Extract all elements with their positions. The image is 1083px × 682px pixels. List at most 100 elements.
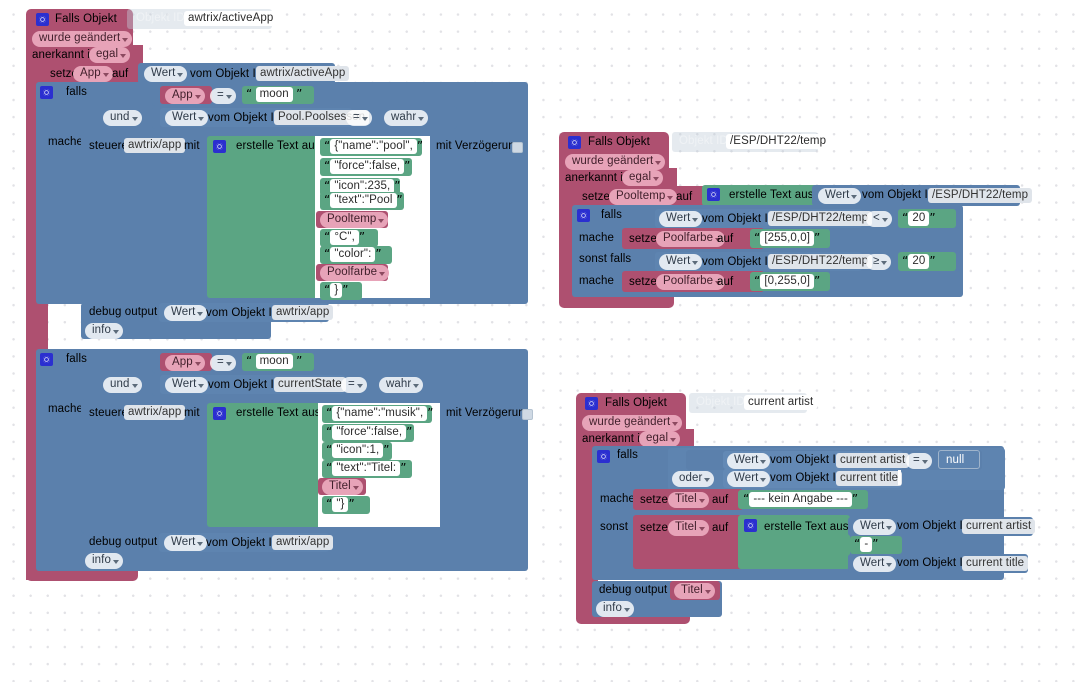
script1-if1-cond2-value[interactable]: wahr: [384, 110, 429, 126]
script1-if1-join-dropdown[interactable]: und: [103, 110, 142, 126]
script1-if2-text-row4-field[interactable]: "}: [332, 497, 349, 512]
script2-cond1-value[interactable]: “20”: [902, 211, 936, 226]
script2-objekt-id-field[interactable]: /ESP/DHT22/temp: [726, 134, 831, 149]
script1-if1-gear-icon[interactable]: [40, 86, 53, 99]
script1-if1-debug-wert[interactable]: Wert: [164, 305, 208, 321]
script1-if2-debug-wert-dropdown[interactable]: Wert: [164, 535, 208, 551]
script2-objekt-id-value[interactable]: /ESP/DHT22/temp: [726, 134, 831, 149]
script1-if1-cond1-var[interactable]: App: [165, 88, 205, 104]
script3-ack-value[interactable]: egal: [639, 431, 681, 447]
script3-gear-icon[interactable]: [585, 397, 598, 410]
script1-if2-text-row1-content[interactable]: “"force":false,”: [326, 425, 412, 440]
script1-if1-text-row6-field[interactable]: }: [330, 283, 343, 298]
script1-if1-text-row0-content[interactable]: “{"name":"pool",”: [324, 139, 423, 154]
script2-cond2-wert-dropdown[interactable]: Wert: [659, 254, 703, 270]
script3-cond2-wert[interactable]: Wert: [727, 471, 771, 487]
script3-debug-level-dropdown[interactable]: info: [596, 601, 634, 617]
script1-if2-debug-level[interactable]: info: [85, 553, 123, 569]
script1-if1-text-var0-dropdown[interactable]: Pooltemp: [320, 212, 389, 228]
script3-sonst-objekt-id2-field[interactable]: current title: [962, 556, 1029, 571]
script2-mache1-value[interactable]: “[255,0,0]”: [754, 231, 820, 246]
script2-mache1-var-dropdown[interactable]: Poolfarbe: [656, 231, 726, 247]
script2-cond2-op-dropdown[interactable]: ≥: [866, 254, 892, 270]
script2-if-gear-icon[interactable]: [577, 209, 590, 222]
script1-if2-cond1-op[interactable]: =: [210, 355, 236, 371]
script1-if2-text-row4-content[interactable]: “"}”: [326, 497, 355, 512]
script1-if1-text-var1-dropdown[interactable]: Poolfarbe: [320, 265, 390, 281]
script1-if2-cond2-op[interactable]: =: [341, 377, 367, 393]
script1-if1-erstelle-gear-icon[interactable]: [213, 140, 226, 153]
script3-trigger-mode-dropdown[interactable]: wurde geändert: [582, 415, 683, 431]
script1-if1-cond2-op-dropdown[interactable]: =: [346, 110, 372, 126]
script3-mache-text[interactable]: “--- kein Angabe ---”: [743, 492, 858, 507]
script1-if2-debug-level-dropdown[interactable]: info: [85, 553, 123, 569]
script1-if2-join-dropdown[interactable]: und: [103, 377, 142, 393]
script3-if-gear-icon[interactable]: [597, 450, 610, 463]
script1-if1-text-row1-content[interactable]: “"force":false,”: [324, 159, 410, 174]
script1-if2-steuere-target-field[interactable]: awtrix/app: [124, 405, 186, 420]
script1-if2-debug-objekt-id-field[interactable]: awtrix/app: [272, 535, 334, 550]
script3-sonst-wert2-dropdown[interactable]: Wert: [853, 556, 897, 572]
script1-if2-text-row3-field[interactable]: "text":"Titel:: [332, 461, 401, 476]
script3-cond1-objekt-id[interactable]: current artist: [836, 453, 910, 468]
script1-if2-cond1-text[interactable]: “ moon ”: [246, 354, 302, 369]
script1-if1-debug-wert-dropdown[interactable]: Wert: [164, 305, 208, 321]
script2-cond1-objekt-id-field[interactable]: /ESP/DHT22/temp: [768, 211, 873, 226]
script1-if2-join-op[interactable]: und: [103, 377, 142, 393]
script2-wert-dropdown[interactable]: Wert: [818, 188, 862, 204]
script1-if1-steuere-target-field[interactable]: awtrix/app: [124, 138, 186, 153]
script3-ack-dropdown[interactable]: egal: [639, 431, 681, 447]
script3-sonst-objekt-id1-field[interactable]: current artist: [962, 519, 1036, 534]
blockly-workspace[interactable]: Falls Objekt Objekt ID awtrix/activeApp …: [0, 0, 1083, 682]
script1-trigger-mode[interactable]: wurde geändert: [32, 31, 133, 47]
script2-wert-source[interactable]: /ESP/DHT22/temp: [928, 188, 1033, 203]
script3-cond1-op[interactable]: =: [906, 453, 932, 469]
script2-wert-source-field[interactable]: /ESP/DHT22/temp: [928, 188, 1033, 203]
script1-if1-cond2-op[interactable]: =: [346, 110, 372, 126]
script1-if2-debug-objekt-id[interactable]: awtrix/app: [272, 535, 334, 550]
script1-if2-cond2-wert[interactable]: Wert: [165, 377, 209, 393]
script2-cond2-wert[interactable]: Wert: [659, 254, 703, 270]
script3-sonst-objekt-id2[interactable]: current title: [962, 556, 1029, 571]
script2-wert-dropdown-wrap[interactable]: Wert: [818, 188, 862, 204]
script1-if1-text-var0[interactable]: Pooltemp: [320, 212, 389, 228]
script2-trigger-mode[interactable]: wurde geändert: [565, 154, 666, 170]
script1-if2-text-row0-field[interactable]: {"name":"musik",: [332, 406, 428, 421]
script1-if1-text-row5-content[interactable]: “"color":”: [324, 247, 382, 262]
script1-if2-cond2-objekt-id-field[interactable]: currentState: [274, 377, 346, 392]
script2-mache2-value-field[interactable]: [0,255,0]: [760, 274, 814, 289]
script3-mache-text-field[interactable]: --- kein Angabe ---: [749, 492, 852, 507]
script2-ack-dropdown[interactable]: egal: [622, 170, 664, 186]
script1-setze-var[interactable]: App: [73, 66, 113, 82]
script3-sonst-wert2[interactable]: Wert: [853, 556, 897, 572]
script1-if1-text-row5-field[interactable]: "color":: [330, 247, 376, 262]
script2-cond2-value-field[interactable]: 20: [908, 254, 930, 269]
script1-if2-text-var0-dropdown[interactable]: Titel: [322, 479, 363, 495]
script2-setze-var[interactable]: Pooltemp: [609, 189, 678, 205]
script1-if2-text-row0-content[interactable]: “{"name":"musik",”: [326, 406, 434, 421]
script2-cond1-objekt-id[interactable]: /ESP/DHT22/temp: [768, 211, 873, 226]
script1-if2-verzoegerung-checkbox[interactable]: [522, 406, 533, 424]
script1-gear-icon[interactable]: [36, 13, 49, 26]
script2-cond2-op[interactable]: ≥: [866, 254, 892, 270]
script1-if1-cond1-op[interactable]: =: [210, 88, 236, 104]
script1-if1-text-row4-content[interactable]: “°C",”: [324, 230, 365, 245]
script3-sonst-var[interactable]: Titel: [668, 520, 709, 536]
script2-cond2-value[interactable]: “20”: [902, 254, 936, 269]
script1-if2-steuere-target[interactable]: awtrix/app: [124, 405, 186, 420]
script1-if1-cond1-op-dropdown[interactable]: =: [210, 88, 236, 104]
script1-if2-erstelle-gear-icon[interactable]: [213, 407, 226, 420]
script1-if2-gear-icon[interactable]: [40, 353, 53, 366]
script1-objekt-id-field[interactable]: awtrix/activeApp: [184, 11, 278, 26]
script2-cond2-objekt-id-field[interactable]: /ESP/DHT22/temp: [768, 254, 873, 269]
script1-wert-source[interactable]: awtrix/activeApp: [256, 66, 350, 81]
script1-ack-value[interactable]: egal: [89, 47, 131, 63]
script1-if1-text-row3-content[interactable]: “"text":"Pool ”: [324, 193, 403, 208]
script1-if1-debug-level[interactable]: info: [85, 323, 123, 339]
script3-cond1-wert-dropdown[interactable]: Wert: [727, 453, 771, 469]
script2-gear-icon[interactable]: [568, 136, 581, 149]
script2-cond2-objekt-id[interactable]: /ESP/DHT22/temp: [768, 254, 873, 269]
script1-if2-cond2-wert-dropdown[interactable]: Wert: [165, 377, 209, 393]
script1-if2-cond2-objekt-id[interactable]: currentState: [274, 377, 346, 392]
script1-if1-cond1-var-dropdown[interactable]: App: [165, 88, 205, 104]
